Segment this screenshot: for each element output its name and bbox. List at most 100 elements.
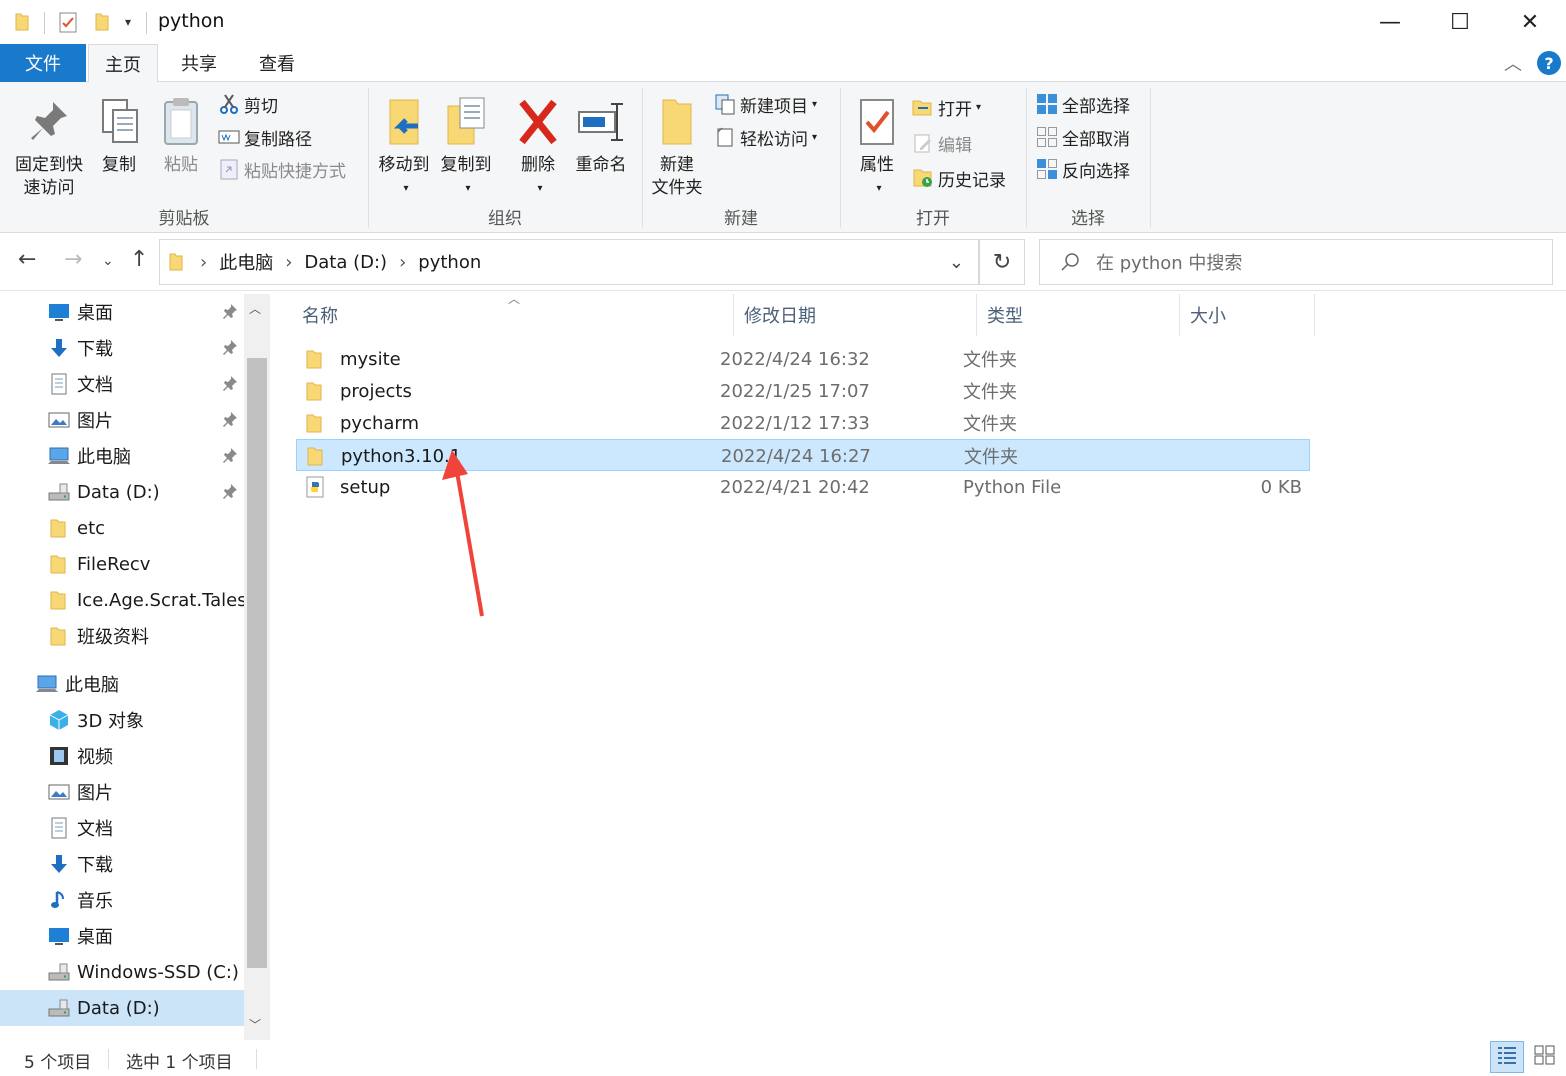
- scroll-up-icon[interactable]: ︿: [249, 300, 261, 317]
- paste-shortcut-button[interactable]: 粘贴快捷方式: [218, 155, 346, 183]
- nav-item[interactable]: 3D 对象: [0, 702, 244, 738]
- column-header-type[interactable]: 类型: [977, 294, 1180, 336]
- file-row[interactable]: pycharm 2022/1/12 17:33 文件夹: [296, 407, 1310, 439]
- nav-item[interactable]: Ice.Age.Scrat.Tales.S: [0, 582, 244, 618]
- nav-item[interactable]: 下载: [0, 846, 244, 882]
- nav-item[interactable]: 下载: [0, 330, 244, 366]
- help-icon[interactable]: ?: [1537, 51, 1561, 75]
- nav-item-label: 文档: [77, 375, 113, 396]
- rename-button[interactable]: 重命名: [570, 96, 632, 177]
- nav-item[interactable]: etc: [0, 510, 244, 546]
- copy-icon: [102, 99, 138, 143]
- pin-icon: [222, 411, 240, 429]
- file-row[interactable]: mysite 2022/4/24 16:32 文件夹: [296, 343, 1310, 375]
- details-view-button[interactable]: [1490, 1041, 1524, 1073]
- copy-path-button[interactable]: 复制路径: [218, 123, 312, 151]
- nav-item[interactable]: 文档: [0, 366, 244, 402]
- paste-button[interactable]: 粘贴: [154, 96, 208, 177]
- nav-item[interactable]: 桌面: [0, 294, 244, 330]
- large-icons-view-button[interactable]: [1528, 1041, 1562, 1073]
- column-header-modified[interactable]: 修改日期: [734, 294, 977, 336]
- open-dropdown-icon: ▾: [976, 101, 982, 113]
- nav-item[interactable]: 文档: [0, 810, 244, 846]
- collapse-ribbon-icon[interactable]: ︿: [1504, 50, 1522, 76]
- file-type: 文件夹: [963, 382, 1017, 403]
- refresh-icon: ↻: [992, 249, 1012, 275]
- maximize-button[interactable]: ☐: [1425, 0, 1495, 44]
- tab-view[interactable]: 查看: [242, 44, 312, 82]
- breadcrumb-drive[interactable]: Data (D:): [304, 252, 387, 273]
- breadcrumb-this-pc[interactable]: 此电脑: [219, 249, 273, 275]
- pin-label-line2: 速访问: [23, 178, 75, 198]
- pictures-icon: [48, 781, 70, 803]
- back-button[interactable]: ←: [18, 247, 36, 272]
- new-folder-icon: [662, 99, 692, 145]
- refresh-button[interactable]: ↻: [979, 239, 1025, 285]
- selected-count: 选中 1 个项目: [126, 1053, 233, 1073]
- nav-scrollbar[interactable]: ︿ ﹀: [244, 294, 270, 1040]
- nav-item[interactable]: FileRecv: [0, 546, 244, 582]
- breadcrumb-python[interactable]: python: [418, 252, 481, 273]
- new-item-button[interactable]: 新建项目 ▾: [714, 90, 817, 118]
- window-title: python: [158, 10, 225, 32]
- nav-item[interactable]: 音乐: [0, 882, 244, 918]
- cut-button[interactable]: 剪切: [218, 90, 278, 118]
- nav-item[interactable]: 此电脑: [0, 438, 244, 474]
- easy-access-button[interactable]: 轻松访问 ▾: [714, 123, 817, 151]
- file-modified: 2022/4/21 20:42: [720, 476, 870, 498]
- music-icon: [48, 889, 70, 911]
- history-button[interactable]: 历史记录: [912, 164, 1006, 192]
- column-header-name[interactable]: 名称: [292, 294, 734, 336]
- nav-item[interactable]: Windows-SSD (C:): [0, 954, 244, 990]
- nav-item[interactable]: 视频: [0, 738, 244, 774]
- copy-button[interactable]: 复制: [94, 96, 144, 177]
- nav-item[interactable]: 桌面: [0, 918, 244, 954]
- properties-button[interactable]: 属性 ▾: [850, 96, 904, 200]
- scroll-down-icon[interactable]: ﹀: [249, 1016, 261, 1033]
- address-history-dropdown-icon[interactable]: ⌄: [949, 252, 964, 273]
- file-row[interactable]: projects 2022/1/25 17:07 文件夹: [296, 375, 1310, 407]
- new-folder-button[interactable]: 新建 文件夹: [648, 96, 706, 200]
- edit-button[interactable]: 编辑: [912, 129, 972, 157]
- folder-icon: [304, 380, 326, 402]
- search-input[interactable]: 在 python 中搜索: [1039, 239, 1553, 285]
- file-name-cell: mysite: [304, 343, 401, 375]
- customize-toolbar-icon[interactable]: ▾: [118, 10, 138, 34]
- forward-button[interactable]: →: [64, 247, 82, 272]
- invert-selection-button[interactable]: 反向选择: [1036, 155, 1130, 183]
- folder-icon: [48, 589, 70, 611]
- select-none-button[interactable]: 全部取消: [1036, 123, 1130, 151]
- column-header-size[interactable]: 大小: [1180, 294, 1315, 336]
- recent-locations-button[interactable]: ⌄: [102, 253, 114, 269]
- arrow-right-icon: →: [64, 247, 83, 272]
- properties-quick-icon[interactable]: [56, 10, 80, 34]
- close-icon: ✕: [1520, 9, 1540, 35]
- new-folder-quick-icon[interactable]: [90, 10, 114, 34]
- tab-home[interactable]: 主页: [88, 44, 158, 83]
- nav-scrollbar-thumb[interactable]: [247, 358, 267, 968]
- pin-to-quick-access-button[interactable]: 固定到快 速访问: [8, 96, 90, 200]
- open-button[interactable]: 打开 ▾: [912, 93, 981, 121]
- address-input[interactable]: › 此电脑 › Data (D:) › python ⌄: [159, 239, 979, 285]
- close-button[interactable]: ✕: [1495, 0, 1565, 44]
- select-all-button[interactable]: 全部选择: [1036, 90, 1130, 118]
- file-name-cell: pycharm: [304, 407, 419, 439]
- copy-to-button[interactable]: 复制到 ▾: [436, 96, 496, 200]
- tab-file[interactable]: 文件: [0, 44, 86, 82]
- file-name: projects: [340, 380, 412, 402]
- delete-button[interactable]: 删除 ▾: [510, 96, 566, 200]
- nav-item[interactable]: 图片: [0, 402, 244, 438]
- paste-shortcut-label: 粘贴快捷方式: [244, 161, 346, 182]
- copy-path-label: 复制路径: [244, 129, 312, 150]
- drive-icon: [48, 997, 70, 1019]
- nav-item[interactable]: Data (D:): [0, 990, 244, 1026]
- up-button[interactable]: ↑: [130, 247, 148, 272]
- nav-item[interactable]: 图片: [0, 774, 244, 810]
- nav-item[interactable]: 班级资料: [0, 618, 244, 654]
- properties-icon: [860, 99, 894, 145]
- minimize-button[interactable]: —: [1355, 0, 1425, 44]
- nav-this-pc[interactable]: 此电脑: [0, 666, 244, 702]
- tab-share[interactable]: 共享: [164, 44, 234, 82]
- nav-item[interactable]: Data (D:): [0, 474, 244, 510]
- move-to-button[interactable]: 移动到 ▾: [374, 96, 434, 200]
